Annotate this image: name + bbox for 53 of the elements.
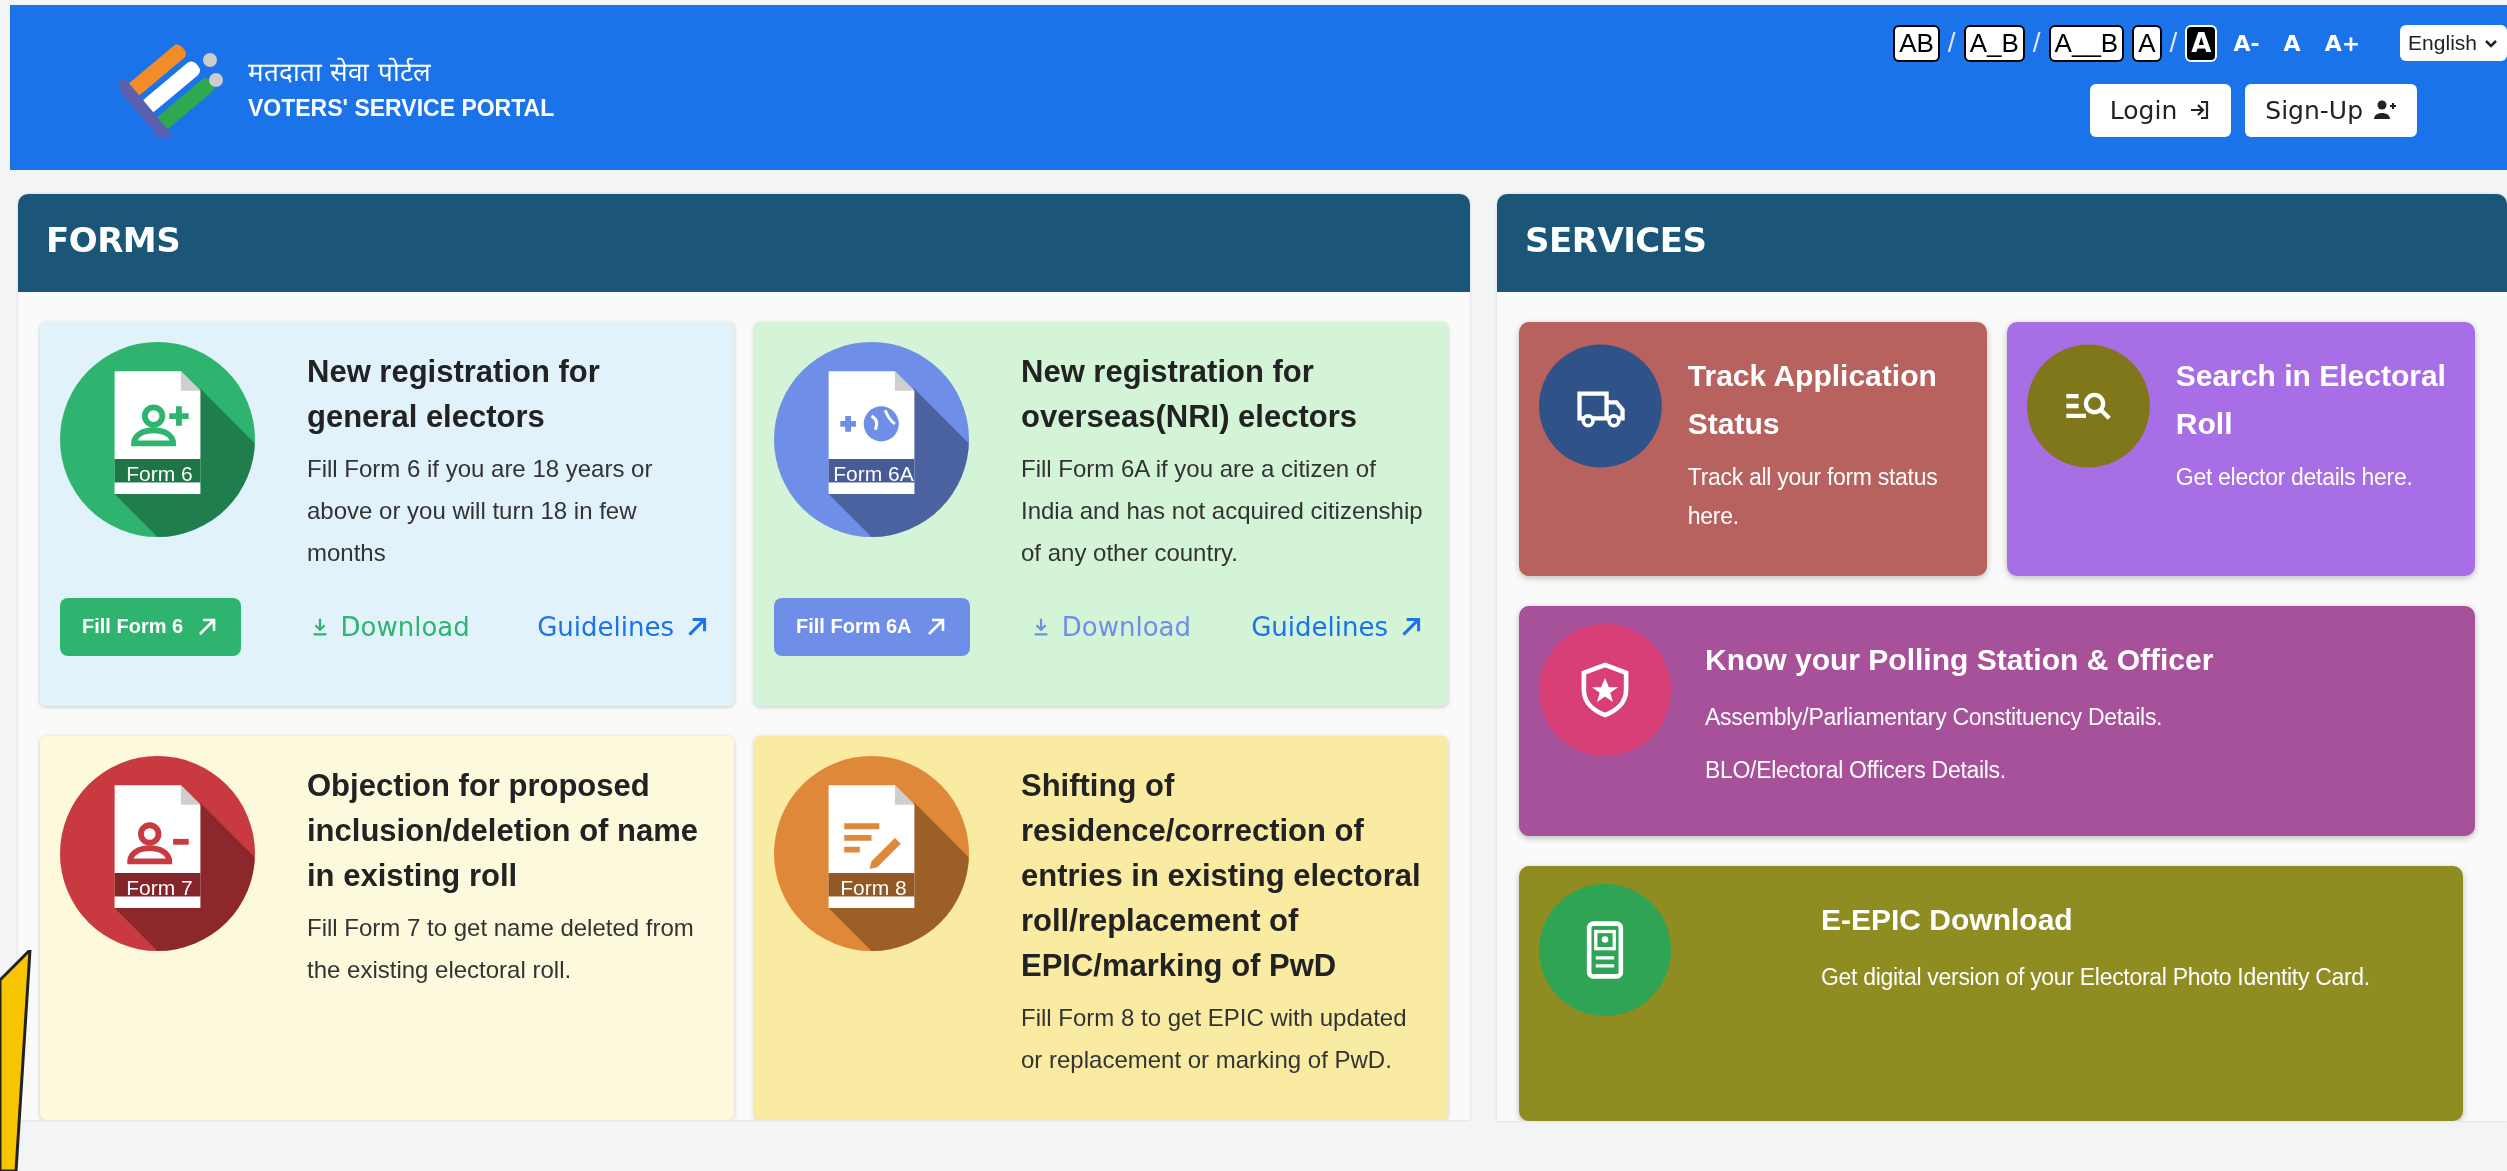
panel-title: FORMS <box>18 194 1470 292</box>
panel-title: SERVICES <box>1497 194 2507 292</box>
form-label: Form 6 <box>125 460 194 487</box>
service-card[interactable]: Know your Polling Station & Officer Assembly/Parliamentary Constituency Details. BLO/Electoral Officers Details. <box>1519 606 2475 836</box>
service-card[interactable]: Track Application Status Track all your form status here. <box>1519 322 1987 576</box>
form-label: Form 6A <box>832 460 915 487</box>
text-spacing-button[interactable]: A_B <box>1963 25 2025 62</box>
guidelines-link[interactable]: Guidelines <box>537 611 710 642</box>
text-spacing-button[interactable]: A__B <box>2048 25 2125 62</box>
service-card[interactable]: E-EPIC Download Get digital version of your Electoral Photo Identity Card. <box>1519 866 2463 1121</box>
form-label: Form 7 <box>125 874 194 901</box>
font-size-button[interactable]: A- <box>2225 28 2268 58</box>
service-description: Get elector details here. <box>2175 463 2414 492</box>
service-title: Know your Polling Station & Officer <box>1705 642 2214 678</box>
font-size-button[interactable]: A+ <box>2316 28 2369 58</box>
separator: / <box>2032 27 2041 60</box>
text-spacing-button[interactable]: A <box>2132 25 2162 62</box>
service-title: E-EPIC Download <box>1821 902 2074 938</box>
service-description: Get digital version of your Electoral Photo Identity Card. <box>1821 963 2370 992</box>
form-label: Form 8 <box>839 874 908 901</box>
language-select[interactable]: English <box>2400 25 2507 62</box>
guidelines-link[interactable]: Guidelines <box>1251 611 1424 642</box>
card-title: Objection for proposed inclusion/deletion of name in existing roll <box>307 767 699 895</box>
card-description: Fill Form 6 if you are 18 years or above or you will turn 18 in few months <box>307 453 654 568</box>
card-title: Shifting of residence/correction of entries in existing electoral roll/replacement of EPIC/marking of PwD <box>1021 767 1422 985</box>
portal-title-hindi: मतदाता सेवा पोर्टल <box>248 56 432 89</box>
card-description: Fill Form 6A if you are a citizen of India and has not acquired citizenship of any other country. <box>1021 453 1424 568</box>
download-link[interactable]: Download <box>1029 611 1191 642</box>
separator: / <box>1947 27 1956 60</box>
service-card[interactable]: Search in Electoral Roll Get elector details here. <box>2007 322 2475 576</box>
card-description: Fill Form 8 to get EPIC with updated or replacement or marking of PwD. <box>1021 1002 1408 1075</box>
text-spacing-button[interactable]: AB <box>1893 25 1940 62</box>
service-title: Track Application Status <box>1687 358 1938 442</box>
separator: / <box>2169 27 2178 60</box>
fill-form-button[interactable]: Fill Form 6 <box>60 597 242 656</box>
service-description: Track all your form status here. <box>1687 463 1939 532</box>
fill-form-button[interactable]: Fill Form 6A <box>774 597 970 656</box>
portal-title: VOTERS' SERVICE PORTAL <box>248 95 555 122</box>
login-button[interactable]: Login <box>2089 83 2232 137</box>
shield-star-icon <box>1581 662 1629 718</box>
service-title: Search in Electoral Roll <box>2175 358 2447 442</box>
service-description: Assembly/Parliamentary Constituency Details. <box>1705 703 2164 732</box>
signup-button[interactable]: Sign-Up <box>2245 83 2417 137</box>
card-title: New registration for general electors <box>307 353 601 436</box>
font-size-button[interactable]: A <box>2275 28 2309 58</box>
service-description: BLO/Electoral Officers Details. <box>1705 756 2007 786</box>
download-link[interactable]: Download <box>308 611 470 642</box>
contrast-button[interactable]: A <box>2185 25 2218 62</box>
id-card-icon <box>1586 921 1624 979</box>
truck-icon <box>1577 391 1625 428</box>
list-search-icon <box>2064 392 2111 420</box>
card-description: Fill Form 7 to get name deleted from the existing electoral roll. <box>307 912 695 985</box>
card-title: New registration for overseas(NRI) electors <box>1021 353 1358 436</box>
